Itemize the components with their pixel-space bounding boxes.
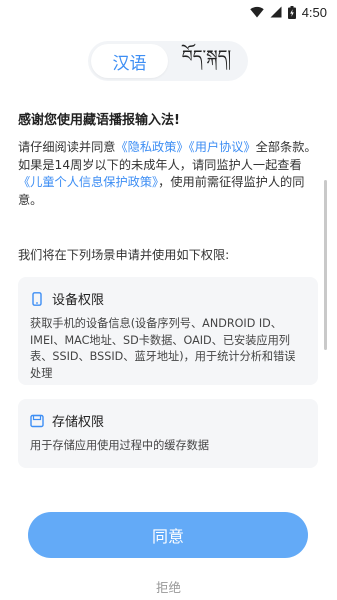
permission-title: 设备权限 <box>52 293 105 308</box>
permission-title: 存储权限 <box>52 415 105 430</box>
user-agreement-link[interactable]: 《用户协议》 <box>189 140 256 154</box>
permissions-heading: 我们将在下列场景申请并使用如下权限: <box>18 248 230 262</box>
agree-button[interactable]: 同意 <box>28 512 308 558</box>
refuse-button[interactable]: 拒绝 <box>0 577 337 596</box>
privacy-consent-screen: 4:50 汉语 བོད་སྐད། 感谢您使用藏语播报输入法! 请仔细阅读并同意《… <box>0 0 337 600</box>
lang-option-chinese[interactable]: 汉语 <box>91 44 168 78</box>
permission-description: 用于存储应用使用过程中的缓存数据 <box>30 439 210 452</box>
permission-card-storage: 存储权限 用于存储应用使用过程中的缓存数据 <box>18 399 318 468</box>
wifi-icon <box>249 6 264 18</box>
permission-card-header: 设备权限 <box>30 289 306 308</box>
cell-signal-icon <box>270 6 282 18</box>
permission-description: 获取手机的设备信息(设备序列号、ANDROID ID、IMEI、MAC地址、SD… <box>30 317 296 380</box>
scrollbar-thumb[interactable] <box>324 180 327 350</box>
dialog-title: 感谢您使用藏语播报输入法! <box>18 113 180 128</box>
language-toggle: 汉语 བོད་སྐད། <box>88 41 248 81</box>
lang-option-tibetan[interactable]: བོད་སྐད། <box>168 44 245 78</box>
intro-part-1: 请仔细阅读并同意 <box>18 140 116 154</box>
privacy-policy-link[interactable]: 《隐私政策》 <box>116 140 189 154</box>
permission-card-header: 存储权限 <box>30 411 306 430</box>
battery-charging-icon <box>287 5 296 19</box>
status-time: 4:50 <box>301 4 327 20</box>
intro-text: 请仔细阅读并同意《隐私政策》《用户协议》全部条款。如果是14周岁以下的未成年人，… <box>18 139 318 209</box>
child-privacy-policy-link[interactable]: 《儿童个人信息保护政策》 <box>18 175 158 189</box>
permission-card-device: 设备权限 获取手机的设备信息(设备序列号、ANDROID ID、IMEI、MAC… <box>18 277 318 385</box>
storage-icon <box>30 414 44 427</box>
phone-icon <box>32 291 42 306</box>
status-bar: 4:50 <box>0 0 337 24</box>
